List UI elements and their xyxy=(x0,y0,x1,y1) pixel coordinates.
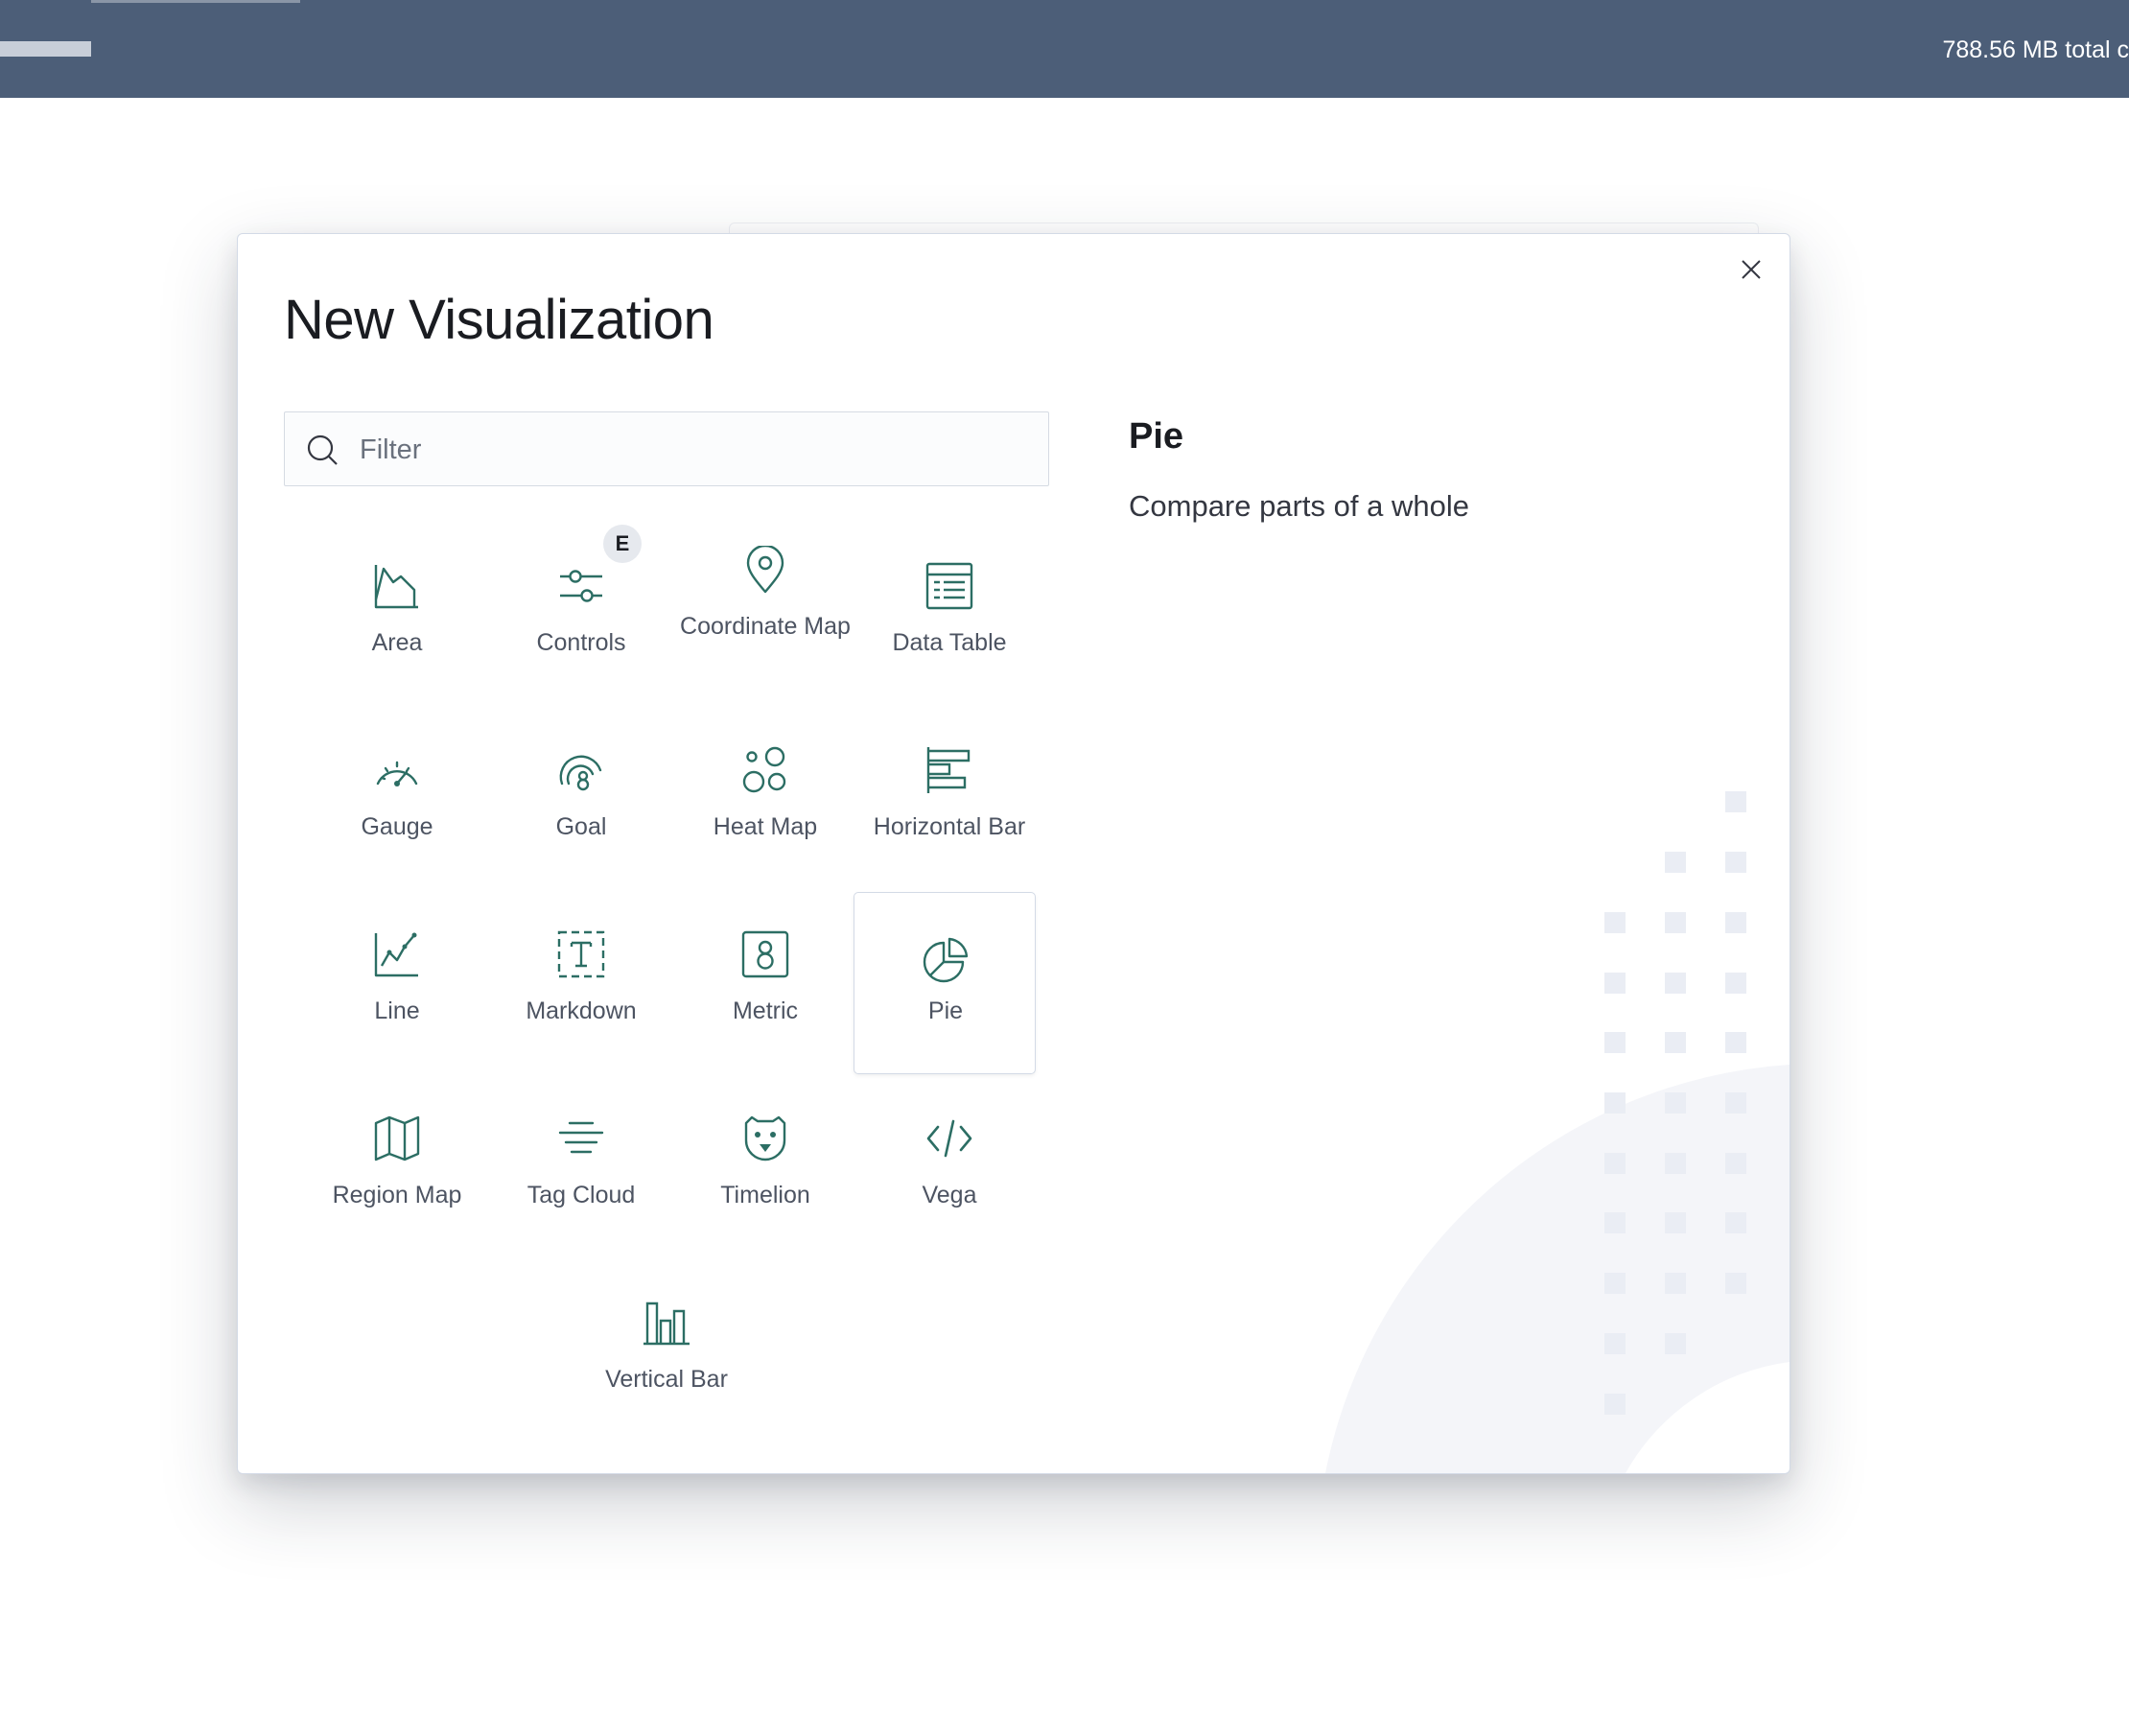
vis-type-label: Tag Cloud xyxy=(526,1182,636,1208)
tag-cloud-icon xyxy=(558,1121,604,1154)
search-icon xyxy=(307,434,338,465)
horizontal-bar-icon xyxy=(926,747,971,793)
vis-type-region-map[interactable]: Region Map xyxy=(305,1067,487,1249)
close-button[interactable] xyxy=(1734,252,1768,287)
new-visualization-modal: New Visualization Area E xyxy=(237,233,1790,1474)
vis-type-label: Line xyxy=(374,997,420,1024)
vis-type-label: Heat Map xyxy=(713,813,818,840)
vis-type-goal[interactable]: Goal xyxy=(489,698,671,880)
vis-type-label: Coordinate Map xyxy=(680,613,851,640)
vis-type-label: Gauge xyxy=(361,813,433,840)
active-tab-indicator xyxy=(91,0,300,3)
vis-type-label: Horizontal Bar xyxy=(873,813,1026,840)
line-chart-icon xyxy=(374,932,418,977)
metric-icon xyxy=(741,930,789,978)
vis-type-vega[interactable]: Vega xyxy=(857,1067,1040,1249)
gauge-icon xyxy=(376,761,418,786)
vis-type-controls[interactable]: E Controls xyxy=(489,514,671,696)
markdown-icon xyxy=(557,930,605,978)
pie-chart-icon xyxy=(923,937,969,983)
vis-type-label: Metric xyxy=(732,997,799,1024)
vis-type-label: Vertical Bar xyxy=(605,1366,728,1393)
filter-field[interactable] xyxy=(284,411,1049,487)
menu-toggle[interactable] xyxy=(0,41,91,57)
vis-type-label: Goal xyxy=(555,813,607,840)
memory-usage-text: 788.56 MB total c xyxy=(1942,36,2129,63)
vis-type-coordinate-map[interactable]: Coordinate Map xyxy=(673,514,855,696)
vis-type-label: Vega xyxy=(922,1182,977,1208)
vis-type-timelion[interactable]: Timelion xyxy=(673,1067,855,1249)
vis-type-tag-cloud[interactable]: Tag Cloud xyxy=(489,1067,671,1249)
secondary-toolbar xyxy=(0,98,2129,193)
code-icon xyxy=(926,1119,972,1158)
vis-type-metric[interactable]: Metric xyxy=(673,882,855,1065)
selected-type-title: Pie xyxy=(1129,416,1184,457)
modal-title: New Visualization xyxy=(284,289,714,351)
vis-type-label: Markdown xyxy=(526,997,637,1024)
vis-type-horizontal-bar[interactable]: Horizontal Bar xyxy=(857,698,1040,880)
close-icon xyxy=(1742,260,1761,279)
vis-type-label: Region Map xyxy=(332,1182,462,1208)
vertical-bar-icon xyxy=(643,1302,690,1346)
goal-icon xyxy=(559,755,602,791)
map-pin-icon xyxy=(746,546,784,594)
region-map-icon xyxy=(374,1115,420,1161)
data-table-icon xyxy=(925,562,973,610)
vis-type-pie[interactable]: Pie xyxy=(854,892,1036,1074)
top-header-bar: 788.56 MB total c xyxy=(0,0,2129,98)
vis-type-vertical-bar[interactable]: Vertical Bar xyxy=(574,1251,757,1433)
vis-type-label: Data Table xyxy=(892,629,1007,656)
vis-type-label: Controls xyxy=(536,629,626,656)
vis-type-heat-map[interactable]: Heat Map xyxy=(673,698,855,880)
experimental-badge: E xyxy=(603,525,642,563)
timelion-icon xyxy=(744,1115,786,1161)
vis-type-markdown[interactable]: Markdown xyxy=(489,882,671,1065)
vis-type-label: Area xyxy=(371,629,423,656)
vis-type-data-table[interactable]: Data Table xyxy=(857,514,1040,696)
vis-type-area[interactable]: Area xyxy=(305,514,487,696)
vis-type-line[interactable]: Line xyxy=(305,882,487,1065)
filter-input[interactable] xyxy=(358,412,1033,487)
vis-type-gauge[interactable]: Gauge xyxy=(305,698,487,880)
vis-type-label: Timelion xyxy=(720,1182,810,1208)
heat-map-icon xyxy=(742,746,786,793)
selected-type-description: Compare parts of a whole xyxy=(1129,489,1469,523)
area-chart-icon xyxy=(374,565,418,609)
controls-icon xyxy=(560,570,602,602)
vis-type-label: Pie xyxy=(927,997,964,1024)
